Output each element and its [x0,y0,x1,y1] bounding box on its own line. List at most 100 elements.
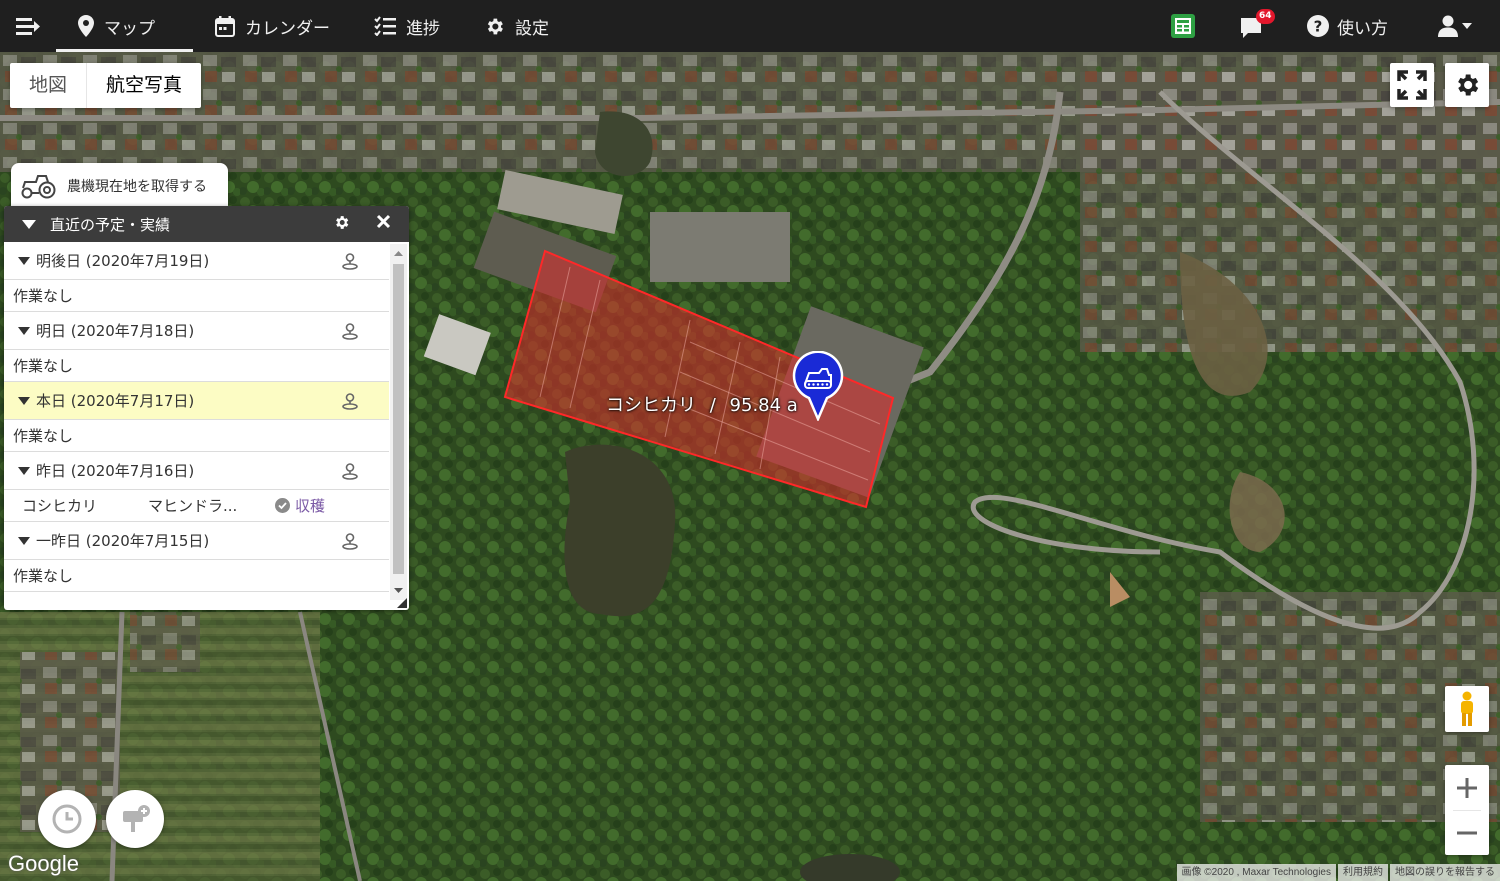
machine-location-label: 農機現在地を取得する [67,179,207,195]
nav-progress-label: 進捗 [406,18,440,39]
day-label: 昨日 (2020年7月16日) [36,462,195,480]
expand-triangle-icon [18,256,30,265]
history-button[interactable] [38,790,96,848]
no-work-label: 作業なし [13,567,74,585]
day-row-today[interactable]: 本日 (2020年7月17日) [4,382,389,420]
nav-settings-label: 設定 [515,18,549,39]
scroll-down-icon[interactable] [390,584,407,598]
harvester-marker-icon [792,350,844,423]
day-label: 本日 (2020年7月17日) [36,392,195,410]
map-type-map[interactable]: 地図 [10,63,86,108]
day-row[interactable]: 明後日 (2020年7月19日) [4,242,389,280]
street-view-pegman[interactable] [1445,686,1489,732]
schedule-panel: 直近の予定・実績 明後日 (2020年7月19日) 作業なし 明日 (2020年… [4,206,409,610]
menu-toggle-button[interactable] [0,0,56,52]
imagery-credit: 画像 ©2020 , Maxar Technologies [1176,864,1336,881]
day-row[interactable]: 昨日 (2020年7月16日) [4,452,389,490]
map-settings-button[interactable] [1445,63,1489,107]
minus-icon [1457,831,1477,834]
field-crop-label: コシヒカリ [606,395,696,416]
gear-icon [487,18,503,34]
user-menu-button[interactable] [1438,0,1472,52]
help-icon: ? [1307,15,1329,37]
user-icon [1438,15,1458,37]
no-work-label: 作業なし [13,357,74,375]
zoom-control [1445,765,1489,855]
panel-settings-icon[interactable] [333,214,350,231]
checklist-icon [374,16,396,36]
location-person-icon[interactable] [341,322,359,340]
map-pin-icon [78,15,94,37]
no-work-label: 作業なし [13,287,74,305]
get-machine-location-button[interactable]: 農機現在地を取得する [11,163,228,209]
google-logo: Google [8,851,79,876]
pegman-icon [1461,691,1473,726]
nav-calendar-label: カレンダー [245,18,330,39]
panel-title: 直近の予定・実績 [50,215,171,234]
task-machine: マヒンドラ... [148,497,238,515]
nav-settings[interactable]: 設定 [462,0,571,52]
fullscreen-button[interactable] [1390,63,1434,107]
field-marker[interactable] [792,350,844,425]
field-separator: / [709,395,716,416]
nav-progress[interactable]: 進捗 [352,0,462,52]
report-error-link[interactable]: 地図の誤りを報告する [1390,864,1500,881]
task-status-label: 収穫 [295,497,326,515]
top-navbar: マップ カレンダー 進捗 設定 64 ? 使い方 [0,0,1500,52]
location-person-icon[interactable] [341,252,359,270]
map-type-toggle: 地図 航空写真 [10,63,202,108]
day-row[interactable]: 明日 (2020年7月18日) [4,312,389,350]
day-label: 明日 (2020年7月18日) [36,322,195,340]
gear-icon [1458,74,1479,96]
terms-link[interactable]: 利用規約 [1338,864,1388,881]
zoom-in-button[interactable] [1445,765,1489,810]
day-label: 明後日 (2020年7月19日) [36,252,210,270]
no-work-row: 作業なし [4,420,389,452]
task-crop: コシヒカリ [22,497,98,515]
panel-header: 直近の予定・実績 [4,206,409,242]
clock-icon [52,804,82,834]
day-row[interactable]: 一昨日 (2020年7月15日) [4,522,389,560]
expand-triangle-icon [18,326,30,335]
close-icon[interactable] [376,214,391,229]
nav-map-label: マップ [104,18,155,39]
fullscreen-icon [1397,70,1427,100]
nav-map[interactable]: マップ [56,0,193,52]
day-label: 一昨日 (2020年7月15日) [36,532,210,550]
scrollbar-thumb[interactable] [393,264,404,574]
add-pin-icon [123,805,150,832]
no-work-label: 作業なし [13,427,74,445]
location-person-icon[interactable] [341,392,359,410]
map-type-satellite[interactable]: 航空写真 [86,63,201,108]
zoom-out-button[interactable] [1445,810,1489,855]
svg-text:?: ? [1314,18,1323,36]
spreadsheet-button[interactable] [1171,0,1195,52]
check-circle-icon [275,498,290,513]
field-area-label: 95.84 a [729,395,798,416]
plus-icon [1457,777,1477,798]
nav-right-group: 64 ? 使い方 [1171,0,1500,52]
caret-down-icon [1462,23,1472,29]
nav-calendar[interactable]: カレンダー [193,0,352,52]
help-button[interactable]: ? 使い方 [1307,0,1388,52]
no-work-row: 作業なし [4,560,389,592]
panel-list: 明後日 (2020年7月19日) 作業なし 明日 (2020年7月18日) 作業… [4,242,389,600]
location-person-icon[interactable] [341,462,359,480]
collapse-caret-icon[interactable] [22,219,36,229]
expand-triangle-icon [18,396,30,405]
calendar-icon [215,15,235,37]
field-label: コシヒカリ / 95.84 a [606,391,798,417]
expand-triangle-icon [18,466,30,475]
resize-handle-icon[interactable] [397,598,407,608]
location-person-icon[interactable] [341,532,359,550]
task-status: 収穫 [275,495,325,516]
panel-scrollbar[interactable] [390,244,407,600]
notification-badge: 64 [1256,9,1275,24]
map-canvas[interactable]: 地図 航空写真 農機現在地を取得する 直近の予定・実績 明後日 (2020年7月… [0,52,1500,881]
help-label: 使い方 [1337,18,1388,39]
scroll-up-icon[interactable] [390,246,407,260]
task-row[interactable]: コシヒカリ マヒンドラ... 収穫 [4,490,389,522]
notifications-button[interactable]: 64 [1239,0,1275,52]
tractor-icon [21,175,56,199]
add-marker-button[interactable] [106,790,164,848]
